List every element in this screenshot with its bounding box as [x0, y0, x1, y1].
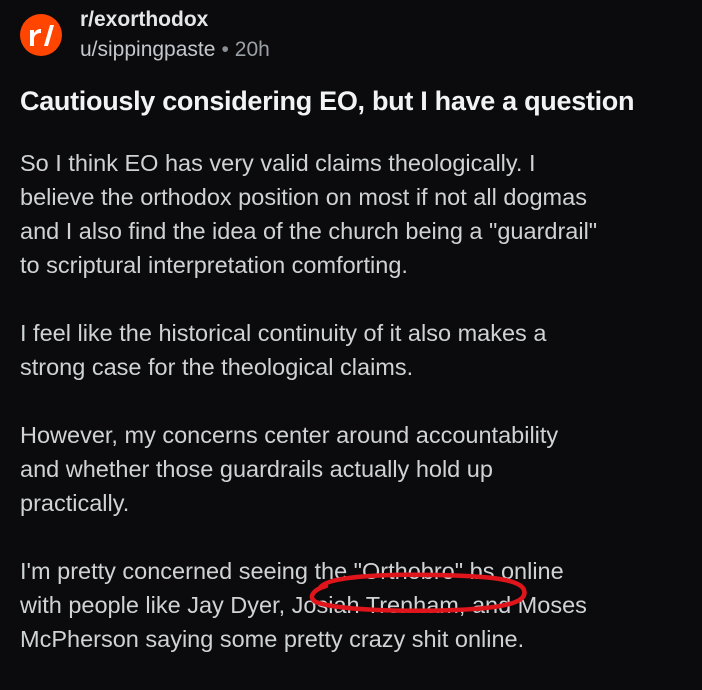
- text-line: So I think EO has very valid claims theo…: [20, 150, 536, 176]
- subreddit-avatar-icon[interactable]: [20, 14, 62, 56]
- meta-separator: •: [221, 38, 229, 61]
- text-line: McPherson saying some pretty crazy shit …: [20, 626, 525, 652]
- post-body: So I think EO has very valid claims theo…: [20, 146, 690, 690]
- text-line: I feel like the historical continuity of…: [20, 320, 547, 346]
- paragraph: So I think EO has very valid claims theo…: [20, 146, 690, 282]
- subreddit-name[interactable]: r/exorthodox: [80, 8, 208, 32]
- text-line: to scriptural interpretation comforting.: [20, 252, 408, 278]
- post-age: 20h: [234, 38, 270, 61]
- paragraph: However, my concerns center around accou…: [20, 418, 690, 520]
- reddit-r-slash-icon: [30, 25, 54, 46]
- paragraph: I'm pretty concerned seeing the "Orthobr…: [20, 554, 690, 656]
- text-line: However, my concerns center around accou…: [20, 422, 559, 448]
- text-line: practically.: [20, 490, 130, 516]
- text-line: and I also find the idea of the church b…: [20, 218, 598, 244]
- post-title[interactable]: Cautiously considering EO, but I have a …: [20, 86, 685, 117]
- text-line: I'm pretty concerned seeing the "Orthobr…: [20, 558, 564, 584]
- author-name[interactable]: u/sippingpaste: [80, 38, 215, 61]
- paragraph: I feel like the historical continuity of…: [20, 316, 690, 384]
- text-line: with people like Jay Dyer, Josiah Trenha…: [20, 592, 587, 618]
- post-meta: u/sippingpaste • 20h: [80, 38, 270, 62]
- text-line: strong case for the theological claims.: [20, 354, 414, 380]
- text-line: and whether those guardrails actually ho…: [20, 456, 493, 482]
- post-header: r/exorthodox u/sippingpaste • 20h: [20, 8, 680, 64]
- text-line: believe the orthodox position on most if…: [20, 184, 587, 210]
